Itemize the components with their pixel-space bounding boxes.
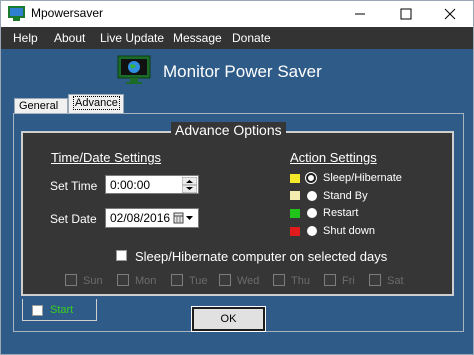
sleep-color-swatch <box>290 174 300 183</box>
group-title: Advance Options <box>171 122 286 140</box>
maximize-icon[interactable] <box>383 1 429 27</box>
shutdown-label: Shut down <box>323 225 375 237</box>
monitor-app-icon <box>8 6 25 21</box>
day-checkbox-mon[interactable] <box>117 274 129 286</box>
day-checkbox-tue[interactable] <box>171 274 183 286</box>
set-date-label: Set Date <box>50 212 97 226</box>
start-label: Start <box>50 304 74 316</box>
app-window: Mpowersaver Help About Live Update Messa… <box>0 0 474 355</box>
selected-days-checkbox[interactable] <box>116 250 127 261</box>
title-bar: Mpowersaver <box>1 1 473 27</box>
restart-label: Restart <box>323 207 359 219</box>
tab-advance[interactable]: Advance <box>68 94 124 114</box>
day-label-thu: Thu <box>291 275 310 287</box>
day-label-tue: Tue <box>189 275 208 287</box>
day-checkbox-sat[interactable] <box>369 274 381 286</box>
standby-color-swatch <box>290 191 300 200</box>
day-label-mon: Mon <box>135 275 157 287</box>
day-label-sat: Sat <box>387 275 404 287</box>
selected-days-label: Sleep/Hibernate computer on selected day… <box>135 249 388 264</box>
set-date-value: 02/08/2016 <box>110 211 171 225</box>
restart-color-swatch <box>290 209 300 218</box>
ok-button[interactable]: OK <box>191 306 266 332</box>
action-section-title: Action Settings <box>290 150 377 165</box>
restart-radio[interactable] <box>307 208 317 218</box>
time-spinner-icon[interactable] <box>182 177 197 193</box>
set-time-value: 0:00:00 <box>110 178 151 192</box>
menu-live-update[interactable]: Live Update <box>100 31 164 45</box>
menu-help[interactable]: Help <box>13 31 38 45</box>
calendar-dropdown-icon[interactable] <box>171 210 197 226</box>
menu-message[interactable]: Message <box>173 31 222 45</box>
app-heading: Monitor Power Saver <box>163 62 322 81</box>
set-time-input[interactable]: 0:00:00 <box>105 175 199 194</box>
close-icon[interactable] <box>427 1 473 27</box>
tab-general-label: General <box>19 100 59 112</box>
menu-about[interactable]: About <box>54 31 85 45</box>
shutdown-radio[interactable] <box>307 226 317 236</box>
window-title: Mpowersaver <box>31 6 104 20</box>
tab-general[interactable]: General <box>14 98 68 114</box>
shutdown-color-swatch <box>290 227 300 236</box>
day-label-wed: Wed <box>237 275 260 287</box>
day-checkbox-wed[interactable] <box>219 274 231 286</box>
menu-bar: Help About Live Update Message Donate <box>1 27 473 49</box>
day-checkbox-thu[interactable] <box>273 274 285 286</box>
day-checkbox-sun[interactable] <box>65 274 77 286</box>
set-time-label: Set Time <box>50 179 98 193</box>
monitor-globe-icon <box>117 55 151 84</box>
start-checkbox[interactable] <box>32 305 43 316</box>
sleep-hibernate-radio[interactable] <box>306 173 316 183</box>
standby-label: Stand By <box>323 190 368 202</box>
standby-radio[interactable] <box>307 191 317 201</box>
day-checkbox-fri[interactable] <box>324 274 336 286</box>
menu-donate[interactable]: Donate <box>232 31 271 45</box>
time-date-section-title: Time/Date Settings <box>51 150 162 165</box>
day-label-fri: Fri <box>342 275 355 287</box>
day-label-sun: Sun <box>83 275 103 287</box>
sleep-hibernate-label: Sleep/Hibernate <box>323 172 402 184</box>
app-header: Monitor Power Saver <box>1 49 473 92</box>
set-date-input[interactable]: 02/08/2016 <box>105 208 199 228</box>
tab-advance-label: Advance <box>73 96 120 110</box>
minimize-icon[interactable] <box>337 1 383 27</box>
